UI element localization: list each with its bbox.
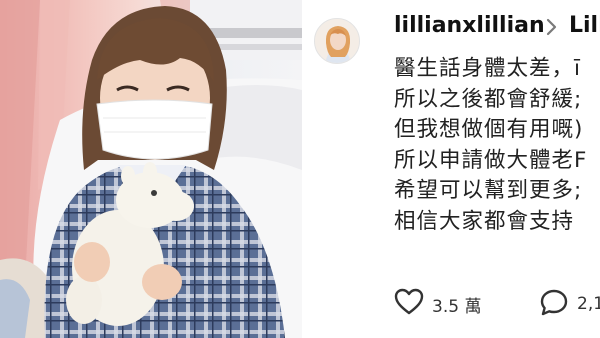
caption-line: 所以申請做大體老F xyxy=(394,147,588,173)
comment-icon xyxy=(539,288,569,320)
caption-line: 醫生話身體太差，ī xyxy=(394,56,581,81)
caption-line: 但我想做個有用嘅) xyxy=(394,117,584,142)
caption-line: 希望可以幫到更多; xyxy=(394,178,583,203)
chevron-right-icon xyxy=(545,16,559,43)
username[interactable]: lillianxlillian xyxy=(394,13,545,38)
reply-to-username[interactable]: Lill xyxy=(569,13,600,38)
post-caption: 醫生話身體太差，ī 所以之後都會舒緩; 但我想做個有用嘅) 所以申請做大體老F … xyxy=(394,54,600,237)
photo-illustration xyxy=(0,0,302,338)
like-count: 3.5 萬 xyxy=(432,296,482,317)
heart-icon xyxy=(394,288,424,320)
caption-line: 相信大家都會支持 xyxy=(394,208,575,234)
post-actions: 3.5 萬 xyxy=(394,288,481,320)
avatar-image xyxy=(315,19,359,63)
caption-line: 所以之後都會舒緩; xyxy=(394,86,583,112)
comment-count: 2,1 xyxy=(577,294,600,314)
like-button[interactable]: 3.5 萬 xyxy=(394,288,481,320)
comment-button[interactable]: 2,1 xyxy=(539,288,600,320)
post-frame: lillianxlillian Lill 醫生話身體太差，ī 所以之後都會舒緩;… xyxy=(0,0,600,338)
post-panel: lillianxlillian Lill 醫生話身體太差，ī 所以之後都會舒緩;… xyxy=(302,0,600,338)
post-photo[interactable] xyxy=(0,0,302,338)
user-avatar[interactable] xyxy=(314,18,360,64)
